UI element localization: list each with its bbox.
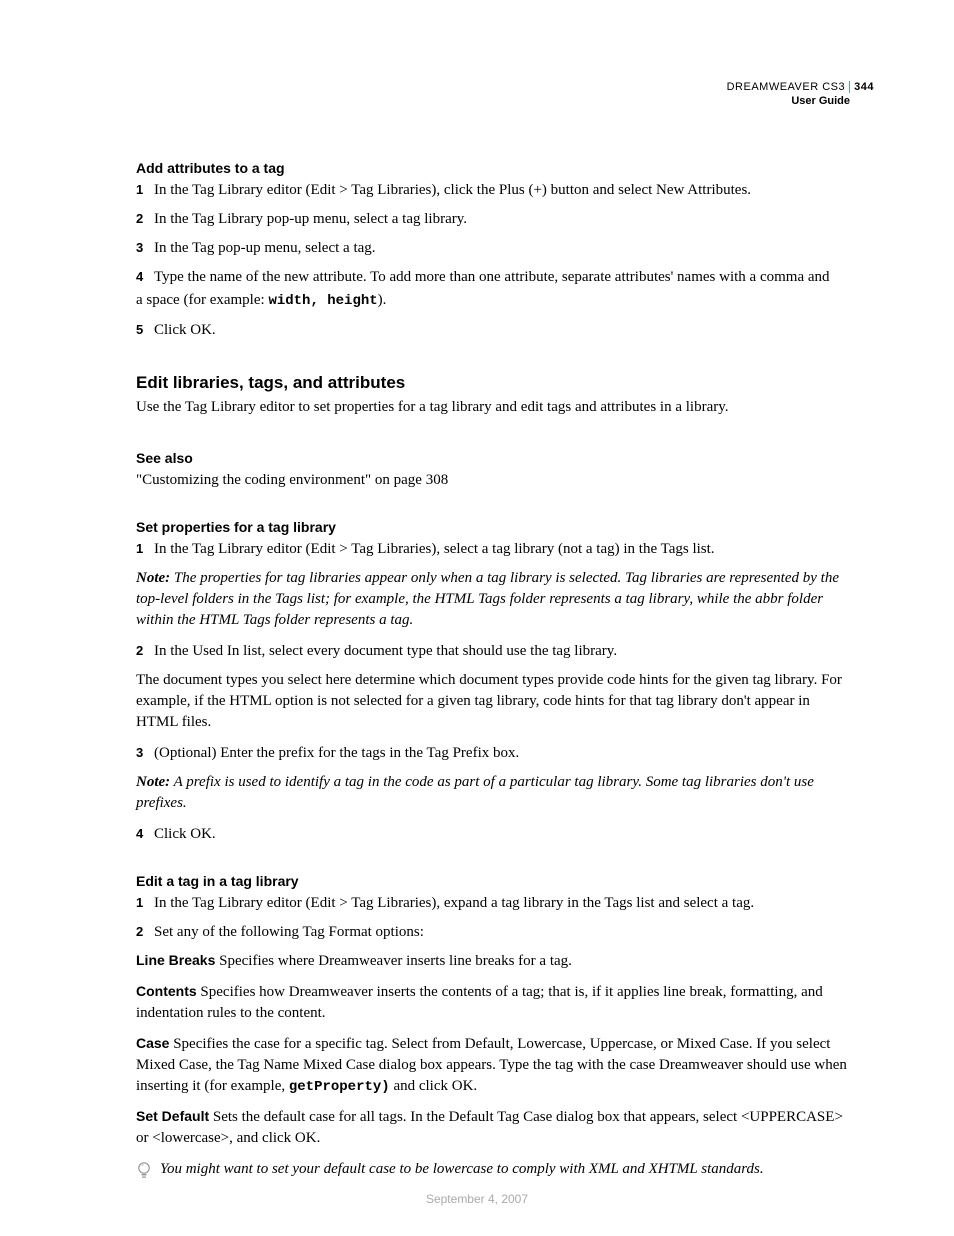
footer-date: September 4, 2007 <box>0 1192 954 1206</box>
step-number: 2 <box>136 922 154 943</box>
step-number: 1 <box>136 893 154 914</box>
see-also-heading: See also <box>136 450 854 466</box>
note: Note: A prefix is used to identify a tag… <box>136 772 854 814</box>
tip: You might want to set your default case … <box>136 1159 854 1186</box>
section-heading: Edit libraries, tags, and attributes <box>136 373 854 393</box>
definition: Contents Specifies how Dreamweaver inser… <box>136 982 854 1024</box>
paragraph: Use the Tag Library editor to set proper… <box>136 397 854 418</box>
step-number: 3 <box>136 743 154 764</box>
note: Note: The properties for tag libraries a… <box>136 568 854 631</box>
step-text: Set any of the following Tag Format opti… <box>154 922 854 943</box>
step-text: In the Tag Library pop-up menu, select a… <box>154 209 854 230</box>
see-also-link[interactable]: "Customizing the coding environment" on … <box>136 470 854 491</box>
lightbulb-icon <box>136 1159 160 1186</box>
guide-label: User Guide <box>727 94 874 108</box>
section-heading: Set properties for a tag library <box>136 519 854 535</box>
step-number: 2 <box>136 209 154 230</box>
step-text: Click OK. <box>154 824 854 845</box>
step-number: 5 <box>136 320 154 341</box>
step-number: 4 <box>136 824 154 845</box>
step-number: 1 <box>136 539 154 560</box>
step-number: 2 <box>136 641 154 662</box>
step-text: In the Tag Library editor (Edit > Tag Li… <box>154 539 854 560</box>
section-heading: Add attributes to a tag <box>136 160 854 176</box>
step-continuation: a space (for example: width, height). <box>136 290 854 312</box>
page-number: 344 <box>849 81 874 93</box>
step-text: In the Tag Library editor (Edit > Tag Li… <box>154 893 854 914</box>
step-number: 1 <box>136 180 154 201</box>
product-name: DREAMWEAVER CS3 <box>727 81 846 93</box>
definition: Case Specifies the case for a specific t… <box>136 1034 854 1098</box>
paragraph: The document types you select here deter… <box>136 670 854 733</box>
tip-text: You might want to set your default case … <box>160 1159 764 1180</box>
step-text: In the Tag Library editor (Edit > Tag Li… <box>154 180 854 201</box>
page-header: DREAMWEAVER CS3344 User Guide <box>727 80 874 109</box>
definition: Set Default Sets the default case for al… <box>136 1107 854 1149</box>
step-number: 4 <box>136 267 154 288</box>
step-text: In the Used In list, select every docume… <box>154 641 854 662</box>
step-text: (Optional) Enter the prefix for the tags… <box>154 743 854 764</box>
step-text: Type the name of the new attribute. To a… <box>154 267 854 288</box>
step-text: In the Tag pop-up menu, select a tag. <box>154 238 854 259</box>
step-text: Click OK. <box>154 320 854 341</box>
step-number: 3 <box>136 238 154 259</box>
section-heading: Edit a tag in a tag library <box>136 873 854 889</box>
definition: Line Breaks Specifies where Dreamweaver … <box>136 951 854 972</box>
